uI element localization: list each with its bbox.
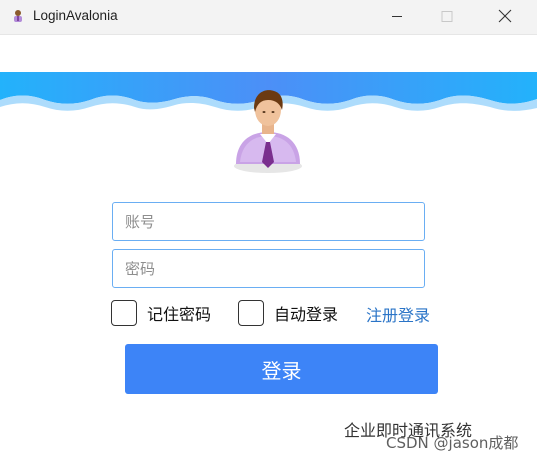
close-icon xyxy=(498,9,512,23)
maximize-button[interactable] xyxy=(424,0,470,34)
title-separator xyxy=(0,34,537,35)
account-input[interactable] xyxy=(113,203,424,240)
password-input[interactable] xyxy=(113,250,424,287)
remember-password-label: 记住密码 xyxy=(147,304,212,324)
title-bar[interactable]: LoginAvalonia xyxy=(0,0,537,34)
csdn-watermark: CSDN @jason成都 xyxy=(386,434,519,452)
minimize-button[interactable] xyxy=(374,0,420,34)
login-button[interactable]: 登录 xyxy=(125,344,438,394)
maximize-icon xyxy=(441,11,453,22)
avalonia-app-icon xyxy=(14,10,22,22)
auto-login-label: 自动登录 xyxy=(274,304,339,324)
auto-login-checkbox[interactable] xyxy=(238,299,264,326)
user-avatar-icon xyxy=(234,90,302,173)
minimize-icon xyxy=(392,16,402,17)
remember-password-checkbox[interactable] xyxy=(111,299,137,326)
account-field[interactable] xyxy=(112,202,425,241)
auto-login-option[interactable]: 自动登录 xyxy=(238,299,338,326)
password-field[interactable] xyxy=(112,249,425,288)
register-link[interactable]: 注册登录 xyxy=(366,302,430,326)
window-title: LoginAvalonia xyxy=(33,8,118,23)
close-button[interactable] xyxy=(482,0,528,34)
remember-password-option[interactable]: 记住密码 xyxy=(111,299,211,326)
